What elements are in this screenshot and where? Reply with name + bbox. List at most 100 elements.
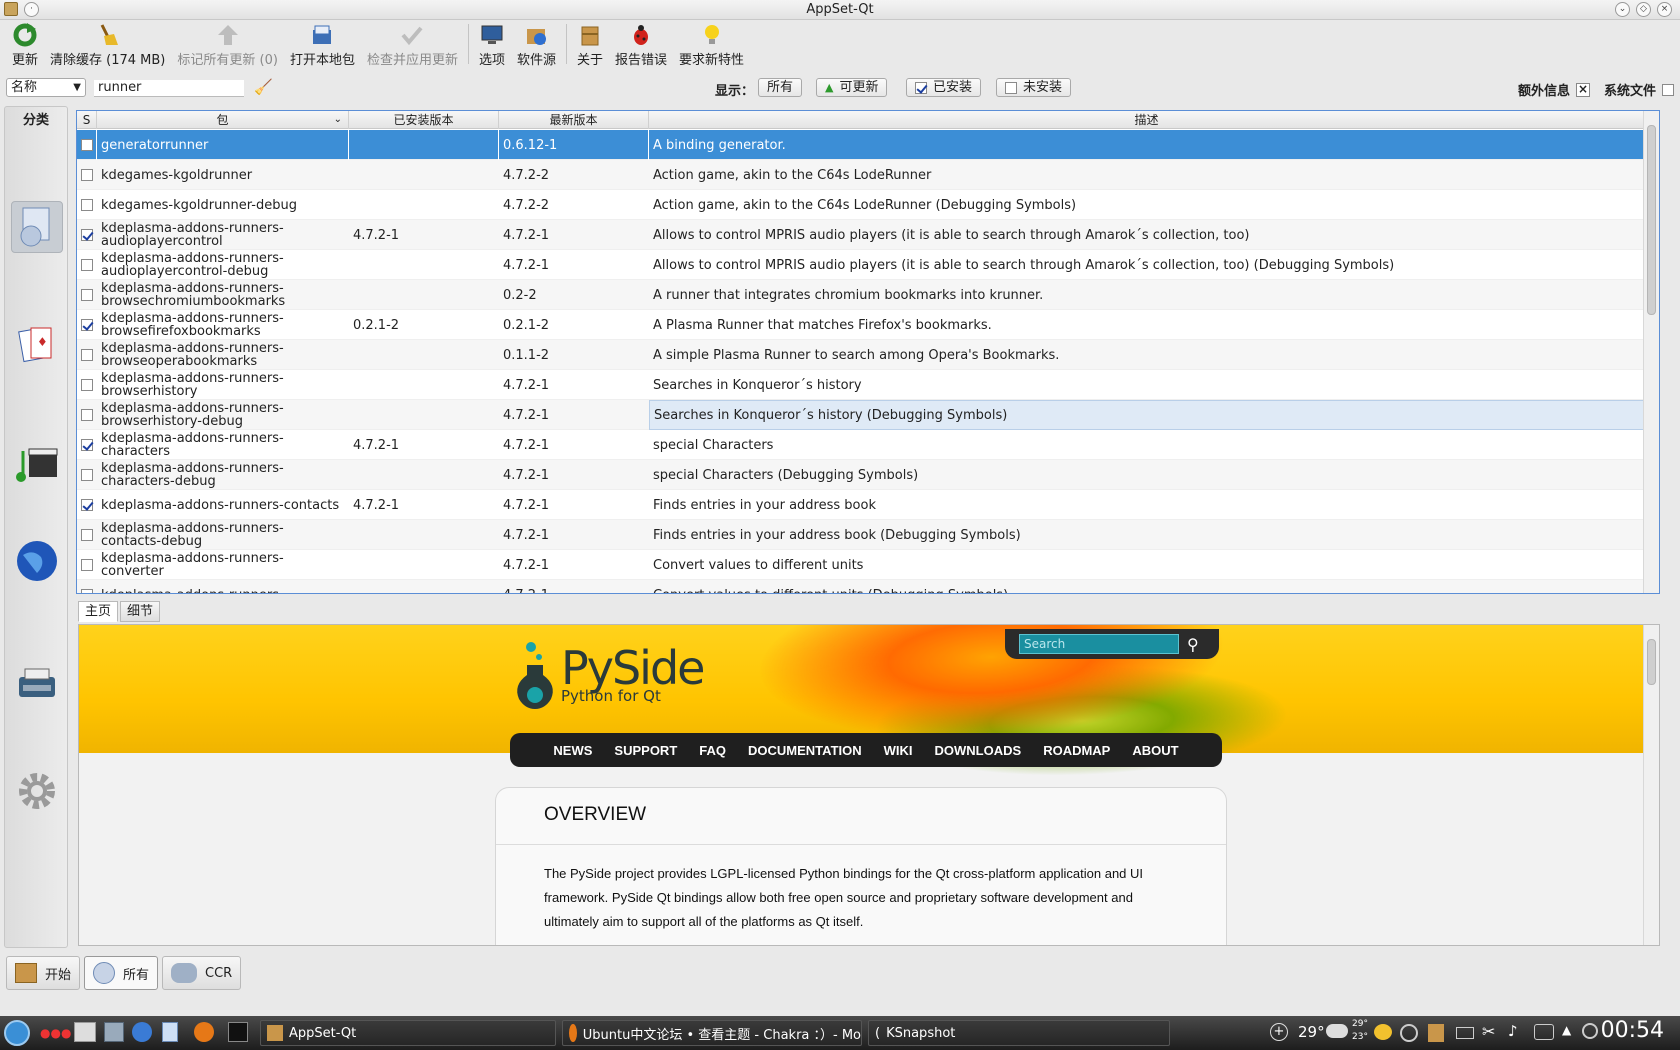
clear-search-broom-icon[interactable]: 🧹 xyxy=(254,78,273,96)
task-ksnapshot[interactable]: (KSnapshot xyxy=(868,1020,1170,1046)
mark-all-updates-button[interactable]: 标记所有更新 (0) xyxy=(171,20,284,68)
open-local-package-button[interactable]: 打开本地包 xyxy=(284,20,361,68)
row-install-checkbox[interactable] xyxy=(81,229,93,241)
options-button[interactable]: 选项 xyxy=(473,20,511,68)
category-system[interactable] xyxy=(11,765,63,817)
table-row[interactable]: kdeplasma-addons-runners-contacts 4.7.2-1… xyxy=(77,490,1659,520)
row-install-checkbox[interactable] xyxy=(81,289,93,301)
check-apply-updates-button[interactable]: 检查并应用更新 xyxy=(361,20,464,68)
category-games[interactable]: ♦ xyxy=(11,319,63,371)
about-button[interactable]: 关于 xyxy=(571,20,609,68)
extra-info-close-icon[interactable]: × xyxy=(1576,82,1590,97)
table-row[interactable]: kdeplasma-addons-runners- contacts-debug… xyxy=(77,520,1659,550)
column-header-package[interactable]: 包 ⌄ xyxy=(97,111,349,129)
notes-icon[interactable] xyxy=(162,1022,178,1042)
report-bug-button[interactable]: 报告错误 xyxy=(609,20,673,68)
row-install-checkbox[interactable] xyxy=(81,559,93,571)
row-install-checkbox[interactable] xyxy=(81,409,93,421)
column-header-installed-version[interactable]: 已安装版本 xyxy=(349,111,499,129)
web-nav-roadmap[interactable]: ROADMAP xyxy=(1043,743,1110,758)
table-row[interactable]: generatorrunner 0.6.12-1 A binding generat… xyxy=(77,130,1659,160)
column-header-description[interactable]: 描述 xyxy=(649,111,1645,129)
table-row[interactable]: kdegames-kgoldrunner 4.7.2-2 Action game, … xyxy=(77,160,1659,190)
table-row[interactable]: kdegames-kgoldrunner-debug 4.7.2-2 Action … xyxy=(77,190,1659,220)
row-install-checkbox[interactable] xyxy=(81,469,93,481)
web-nav-wiki[interactable]: WIKI xyxy=(884,743,913,758)
category-office[interactable] xyxy=(11,657,63,709)
window-menu-button[interactable]: · xyxy=(24,2,39,17)
chakra-menu-icon[interactable] xyxy=(4,1020,30,1046)
clear-cache-button[interactable]: 清除缓存 (174 MB) xyxy=(44,20,171,68)
bottom-tab-start[interactable]: 开始 xyxy=(6,956,81,990)
file-manager-icon[interactable] xyxy=(104,1022,124,1042)
table-row[interactable]: kdeplasma-addons-runners- converter 4.7.2… xyxy=(77,550,1659,580)
sources-button[interactable]: 软件源 xyxy=(511,20,562,68)
minimize-button[interactable]: ⌄ xyxy=(1615,2,1630,17)
web-nav-faq[interactable]: FAQ xyxy=(699,743,726,758)
bottom-tab-ccr[interactable]: CCR xyxy=(162,956,242,990)
volume-icon[interactable]: ♪ xyxy=(1508,1022,1518,1040)
row-install-checkbox[interactable] xyxy=(81,169,93,181)
task-firefox[interactable]: Ubuntu中文论坛 • 查看主题 - Chakra ：）- Mo xyxy=(562,1020,862,1046)
row-install-checkbox[interactable] xyxy=(81,439,93,451)
web-nav-support[interactable]: SUPPORT xyxy=(614,743,677,758)
scissors-icon[interactable]: ✂ xyxy=(1482,1022,1495,1041)
terminal-icon[interactable] xyxy=(228,1022,248,1042)
row-install-checkbox[interactable] xyxy=(81,379,93,391)
row-install-checkbox[interactable] xyxy=(81,199,93,211)
maximize-button[interactable]: ◇ xyxy=(1636,2,1651,17)
not-installed-checkbox[interactable] xyxy=(1005,81,1017,94)
scrollbar-thumb[interactable] xyxy=(1647,125,1656,315)
table-row[interactable]: kdeplasma-addons-runners- characters-deb… xyxy=(77,460,1659,490)
web-search-input[interactable]: Search xyxy=(1019,634,1179,654)
category-internet[interactable] xyxy=(11,535,63,587)
show-updatable-button[interactable]: ▲ 可更新 xyxy=(816,78,888,97)
tab-details[interactable]: 细节 xyxy=(120,601,161,622)
system-files-checkbox[interactable] xyxy=(1662,83,1674,96)
show-installed-toggle[interactable]: 已安装 xyxy=(906,78,982,97)
system-files-toggle[interactable]: 系统文件 xyxy=(1604,80,1674,99)
desktop-icon[interactable] xyxy=(74,1022,96,1042)
close-button[interactable]: × xyxy=(1657,2,1672,17)
table-row[interactable]: kdeplasma-addons-runners- browserhistory… xyxy=(77,370,1659,400)
extra-info-toggle[interactable]: 额外信息 × xyxy=(1518,80,1590,99)
category-all-packages[interactable] xyxy=(11,201,63,253)
table-row[interactable]: kdeplasma-addons-runners- audioplayercon… xyxy=(77,250,1659,280)
web-vertical-scrollbar[interactable] xyxy=(1643,625,1659,945)
browser-icon[interactable] xyxy=(132,1022,152,1042)
row-install-checkbox[interactable] xyxy=(81,499,93,511)
web-nav-about[interactable]: ABOUT xyxy=(1132,743,1178,758)
network-icon[interactable] xyxy=(1534,1024,1554,1040)
dots-menu-icon[interactable]: ●●● xyxy=(40,1026,71,1040)
row-install-checkbox[interactable] xyxy=(81,529,93,541)
row-install-checkbox[interactable] xyxy=(81,139,93,151)
category-multimedia[interactable] xyxy=(11,437,63,489)
web-nav-news[interactable]: NEWS xyxy=(553,743,592,758)
app-icon[interactable] xyxy=(4,2,18,16)
table-row[interactable]: kdeplasma-addons-runners- audioplayercon… xyxy=(77,220,1659,250)
row-install-checkbox[interactable] xyxy=(81,589,93,593)
pyside-logo[interactable]: PySide Python for Qt xyxy=(511,639,705,711)
add-widget-icon[interactable]: + xyxy=(1270,1023,1288,1041)
bottom-tab-all[interactable]: 所有 xyxy=(84,956,159,990)
table-vertical-scrollbar[interactable] xyxy=(1643,111,1659,593)
show-not-installed-toggle[interactable]: 未安装 xyxy=(996,78,1072,97)
network-activity-icon[interactable] xyxy=(1400,1024,1418,1042)
column-header-latest-version[interactable]: 最新版本 xyxy=(499,111,649,129)
installed-checkbox[interactable] xyxy=(915,81,927,94)
notification-arrow-icon[interactable]: ▲ xyxy=(1562,1023,1571,1037)
firefox-icon[interactable] xyxy=(194,1022,214,1042)
row-install-checkbox[interactable] xyxy=(81,319,93,331)
search-field-select[interactable]: 名称 ▼ xyxy=(6,78,86,97)
table-row[interactable]: kdeplasma-addons-runners- browsechromium… xyxy=(77,280,1659,310)
row-install-checkbox[interactable] xyxy=(81,349,93,361)
feature-request-button[interactable]: 要求新特性 xyxy=(673,20,750,68)
update-button[interactable]: 更新 xyxy=(6,20,44,68)
table-row[interactable]: kdeplasma-addons-runners- browseoperaboo… xyxy=(77,340,1659,370)
web-nav-documentation[interactable]: DOCUMENTATION xyxy=(748,743,862,758)
show-all-button[interactable]: 所有 xyxy=(758,78,803,97)
web-nav-downloads[interactable]: DOWNLOADS xyxy=(935,743,1022,758)
row-install-checkbox[interactable] xyxy=(81,259,93,271)
table-row[interactable]: kdeplasma-addons-runners- characters 4.7.… xyxy=(77,430,1659,460)
task-appset[interactable]: AppSet-Qt xyxy=(260,1020,556,1046)
